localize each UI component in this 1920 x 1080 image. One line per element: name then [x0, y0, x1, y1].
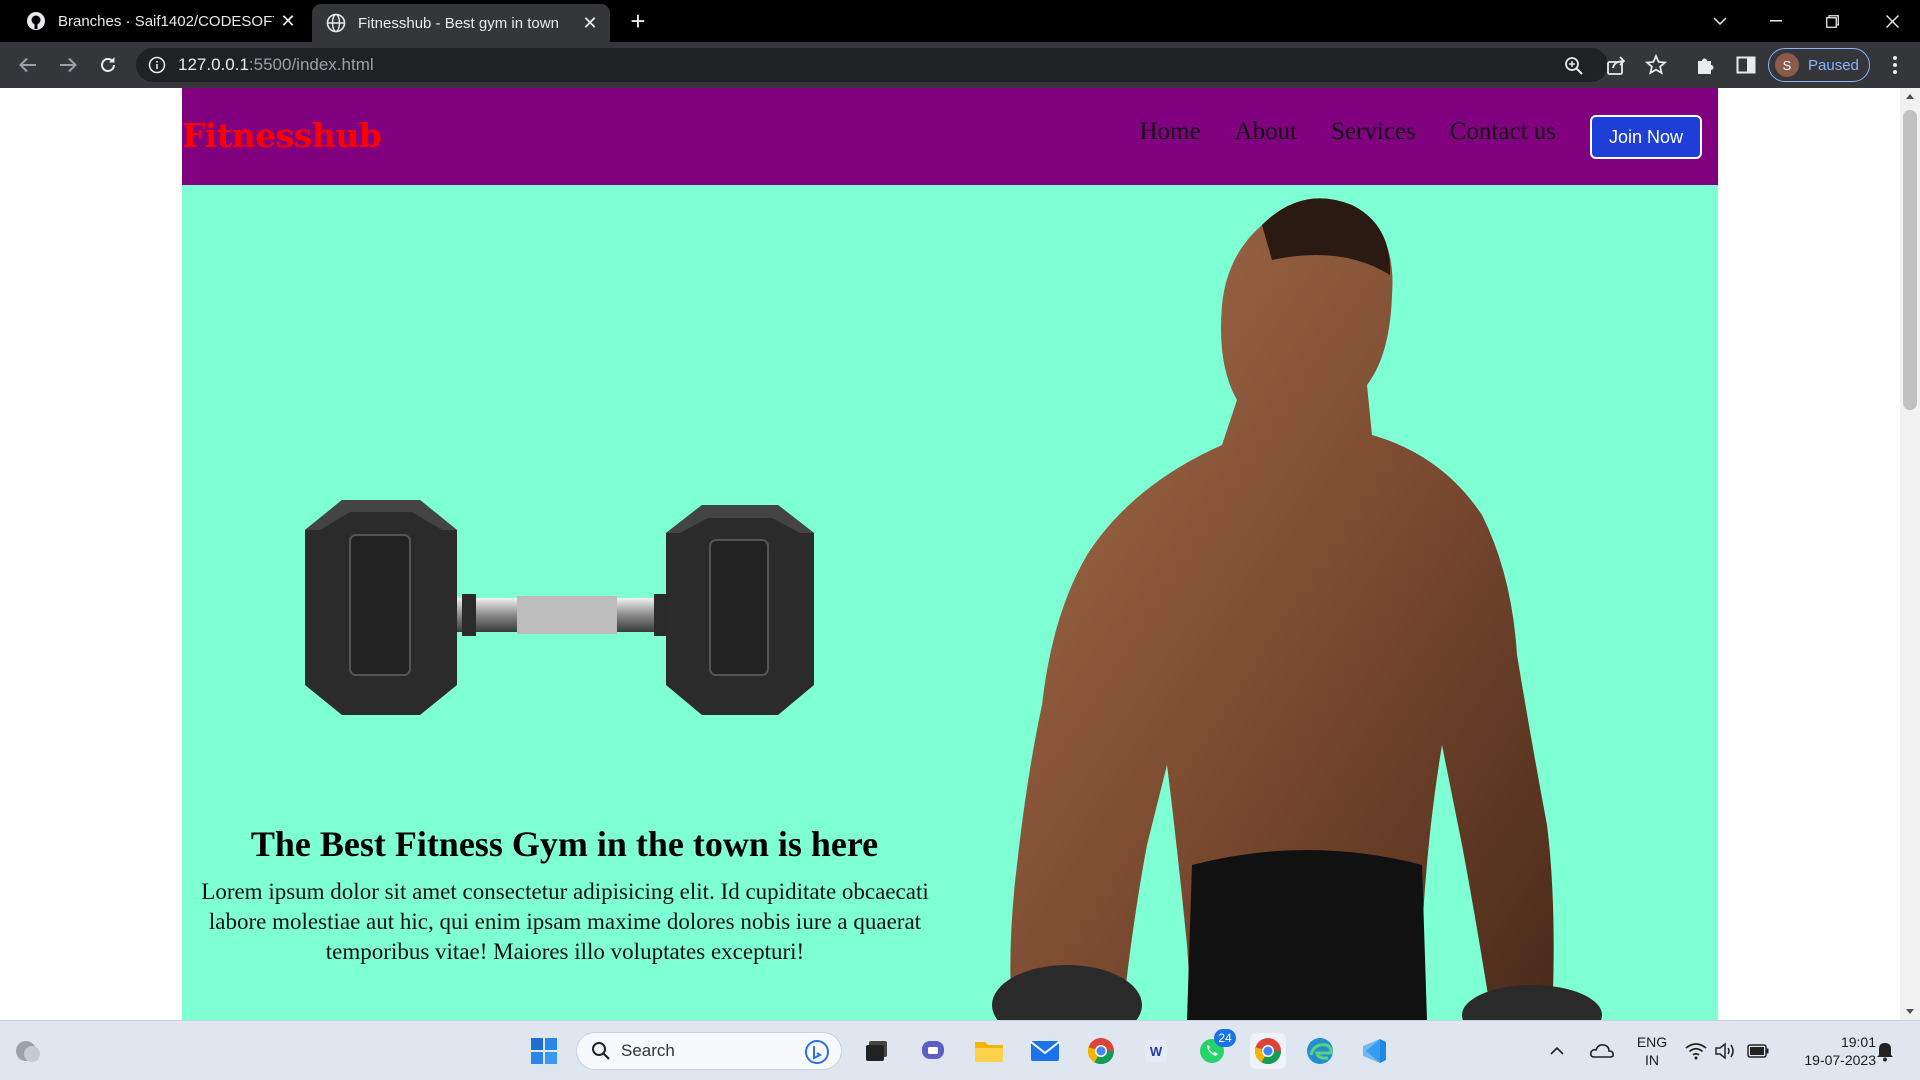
profile-button[interactable]: S Paused [1768, 48, 1870, 82]
wifi-icon[interactable] [1683, 1035, 1709, 1067]
url-host: 127.0.0.1 [178, 55, 249, 74]
mail-icon[interactable] [1029, 1035, 1061, 1067]
url-text[interactable]: 127.0.0.1:5500/index.html [178, 48, 374, 82]
start-windows-icon[interactable] [528, 1035, 560, 1067]
reload-button[interactable] [92, 49, 124, 81]
scrollbar-thumb[interactable] [1903, 110, 1917, 410]
volume-icon[interactable] [1712, 1035, 1738, 1067]
tab-search-chevron-down-icon[interactable] [1692, 0, 1748, 42]
windows-taskbar: Search W 24 ENG IN 19:01 19-07-2023 [0, 1020, 1920, 1080]
vscode-icon[interactable] [1358, 1035, 1390, 1067]
onedrive-sync-icon[interactable] [1586, 1035, 1618, 1067]
input-language[interactable]: ENG IN [1630, 1033, 1674, 1069]
minimize-button[interactable] [1748, 0, 1804, 42]
page-scrollbar[interactable] [1900, 88, 1920, 1020]
athlete-image [992, 198, 1602, 1020]
chevron-up-icon[interactable] [1546, 1035, 1568, 1067]
chrome-profile-icon[interactable] [1250, 1033, 1286, 1069]
back-arrow-icon [19, 57, 36, 73]
share-icon[interactable] [1605, 54, 1627, 76]
site-logo[interactable]: Fitnesshub [182, 116, 382, 155]
notifications-bell-icon[interactable] [1870, 1035, 1900, 1067]
browser-toolbar: 127.0.0.1:5500/index.html S Paused [0, 42, 1920, 88]
github-icon [27, 12, 45, 30]
forward-arrow-icon [60, 57, 77, 73]
browser-tab-strip: Branches · Saif1402/CODESOFT ✕ Fitnesshu… [0, 0, 1920, 42]
teams-chat-icon[interactable] [918, 1035, 950, 1067]
task-view-icon[interactable] [862, 1035, 894, 1067]
nav-link-services[interactable]: Services [1331, 118, 1416, 146]
site-info-icon[interactable] [148, 56, 166, 74]
search-label: Search [621, 1041, 675, 1060]
profile-status: Paused [1808, 56, 1859, 74]
scroll-down-icon[interactable] [1906, 1009, 1914, 1014]
extensions-puzzle-icon[interactable] [1694, 54, 1716, 76]
join-now-button[interactable]: Join Now [1590, 115, 1702, 159]
bookmark-star-icon[interactable] [1645, 54, 1667, 76]
restore-button[interactable] [1804, 0, 1860, 42]
word-app-icon[interactable]: W [1140, 1035, 1172, 1067]
fitnesshub-site: Fitnesshub Home About Services Contact u… [182, 88, 1718, 1020]
clock-date: 19-07-2023 [1804, 1052, 1876, 1068]
nav-link-contact[interactable]: Contact us [1450, 118, 1556, 146]
clock[interactable]: 19:01 19-07-2023 [1780, 1033, 1876, 1069]
tab-title: Branches · Saif1402/CODESOFT [58, 12, 274, 30]
battery-icon[interactable] [1745, 1035, 1771, 1067]
dumbbell-image [305, 500, 814, 715]
new-tab-button[interactable]: + [622, 5, 654, 37]
close-icon[interactable]: ✕ [274, 7, 302, 35]
close-window-button[interactable] [1864, 0, 1920, 42]
taskbar-search[interactable]: Search [576, 1032, 842, 1070]
site-navbar: Fitnesshub Home About Services Contact u… [182, 88, 1718, 185]
back-button[interactable] [12, 49, 44, 81]
file-explorer-icon[interactable] [973, 1035, 1005, 1067]
avatar: S [1775, 53, 1799, 77]
url-path: :5500/index.html [248, 55, 374, 74]
tab-fitnesshub[interactable]: Fitnesshub - Best gym in town ✕ [312, 4, 610, 42]
side-panel-icon[interactable] [1735, 54, 1757, 76]
hero-section: The Best Fitness Gym in the town is here… [182, 185, 1718, 1020]
reload-icon [101, 57, 115, 72]
chrome-icon[interactable] [1085, 1035, 1117, 1067]
tab-title: Fitnesshub - Best gym in town [358, 14, 559, 32]
scroll-up-icon[interactable] [1906, 94, 1914, 99]
hero-description: Lorem ipsum dolor sit amet consectetur a… [201, 879, 929, 964]
globe-icon [326, 13, 346, 33]
svg-text:W: W [1150, 1044, 1163, 1059]
language-code: ENG [1636, 1034, 1668, 1050]
page-viewport: Fitnesshub Home About Services Contact u… [0, 88, 1900, 1020]
zoom-icon[interactable] [1564, 56, 1584, 76]
edge-icon[interactable] [1304, 1035, 1336, 1067]
more-menu-icon[interactable] [1884, 54, 1906, 76]
notification-badge: 24 [1214, 1029, 1236, 1047]
region-code: IN [1645, 1052, 1659, 1068]
whatsapp-icon[interactable]: 24 [1196, 1029, 1236, 1067]
weather-widget-icon[interactable] [12, 1035, 44, 1067]
bing-icon[interactable] [805, 1040, 829, 1064]
search-icon [592, 1042, 610, 1060]
nav-link-home[interactable]: Home [1139, 118, 1200, 146]
tab-github-branches[interactable]: Branches · Saif1402/CODESOFT ✕ [12, 0, 308, 42]
nav-links: Home About Services Contact us [1139, 118, 1556, 146]
hero-title: The Best Fitness Gym in the town is here [250, 824, 879, 864]
address-bar[interactable]: 127.0.0.1:5500/index.html [136, 48, 1608, 82]
close-icon[interactable]: ✕ [576, 9, 604, 37]
nav-link-about[interactable]: About [1235, 118, 1298, 146]
clock-time: 19:01 [1840, 1034, 1876, 1050]
forward-button[interactable] [52, 49, 84, 81]
